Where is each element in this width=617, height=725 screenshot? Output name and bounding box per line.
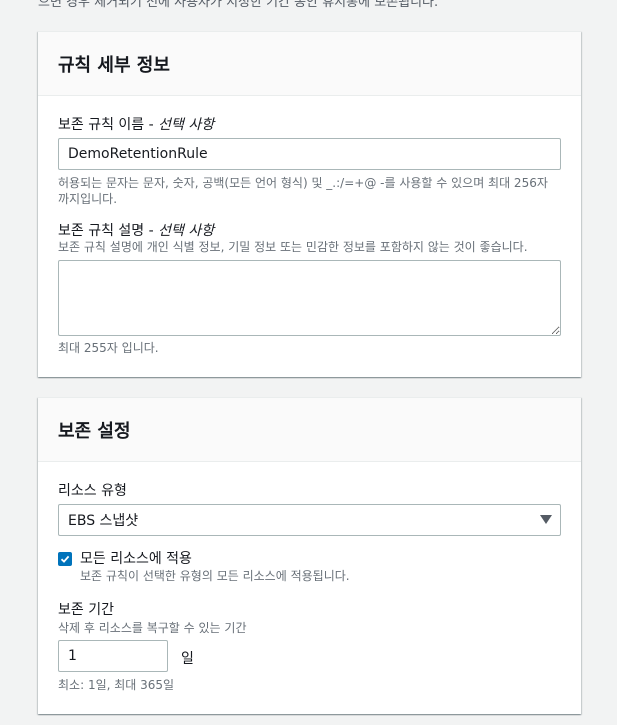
retention-period-label: 보존 기간 [58, 602, 114, 618]
rule-name-hint-line1: 허용되는 문자는 문자, 숫자, 공백(모든 언어 형식) 및 _.:/=+@ … [58, 176, 548, 190]
rule-name-optional: 선택 사항 [158, 117, 215, 133]
intro-text: 으면 경우 제거되기 전에 사용자가 지정한 기간 동안 휴지통에 보존됩니다. [38, 0, 439, 10]
rule-details-panel: 규칙 세부 정보 보존 규칙 이름 - 선택 사항 허용되는 문자는 문자, 숫… [38, 31, 581, 377]
apply-all-label[interactable]: 모든 리소스에 적용 [80, 550, 350, 568]
rule-details-header: 규칙 세부 정보 [38, 32, 581, 96]
apply-all-checkbox[interactable] [58, 552, 72, 566]
retention-settings-panel: 보존 설정 리소스 유형 EBS 스냅샷 모든 리소스에 적용 보존 규칙이 선… [38, 397, 581, 714]
resource-type-label: 리소스 유형 [58, 483, 127, 499]
rule-name-label-text: 보존 규칙 이름 - [58, 117, 159, 133]
rule-description-textarea[interactable] [58, 260, 561, 336]
rule-name-input[interactable] [58, 138, 561, 170]
rule-name-hint-line2: 까지입니다. [58, 192, 118, 206]
retention-period-input[interactable] [58, 640, 168, 672]
rule-name-label: 보존 규칙 이름 - 선택 사항 [58, 114, 214, 134]
rule-description-label-text: 보존 규칙 설명 - [58, 223, 159, 239]
rule-description-label: 보존 규칙 설명 - 선택 사항 [58, 220, 214, 240]
retention-period-help: 삭제 후 리소스를 복구할 수 있는 기간 [58, 621, 247, 635]
retention-period-unit: 일 [181, 651, 194, 667]
rule-description-help: 보존 규칙 설명에 개인 식별 정보, 기밀 정보 또는 민감한 정보를 포함하… [58, 240, 528, 254]
rule-description-limit: 최대 255자 입니다. [58, 341, 159, 355]
apply-all-text: 모든 리소스에 적용 보존 규칙이 선택한 유형의 모든 리소스에 적용됩니다. [80, 550, 350, 584]
resource-type-value: EBS 스냅샷 [68, 513, 139, 529]
retention-settings-title: 보존 설정 [58, 420, 131, 442]
retention-period-constraint: 최소: 1일, 최대 365일 [58, 678, 175, 692]
rule-details-title: 규칙 세부 정보 [58, 54, 170, 76]
retention-settings-header: 보존 설정 [38, 398, 581, 462]
apply-all-description: 보존 규칙이 선택한 유형의 모든 리소스에 적용됩니다. [80, 569, 350, 583]
checkmark-icon [60, 555, 70, 563]
rule-name-hint: 허용되는 문자는 문자, 숫자, 공백(모든 언어 형식) 및 _.:/=+@ … [58, 175, 568, 207]
caret-down-icon [540, 515, 552, 524]
rule-description-optional: 선택 사항 [158, 223, 215, 239]
apply-all-row: 모든 리소스에 적용 보존 규칙이 선택한 유형의 모든 리소스에 적용됩니다. [58, 550, 350, 584]
resource-type-select[interactable]: EBS 스냅샷 [58, 504, 561, 536]
